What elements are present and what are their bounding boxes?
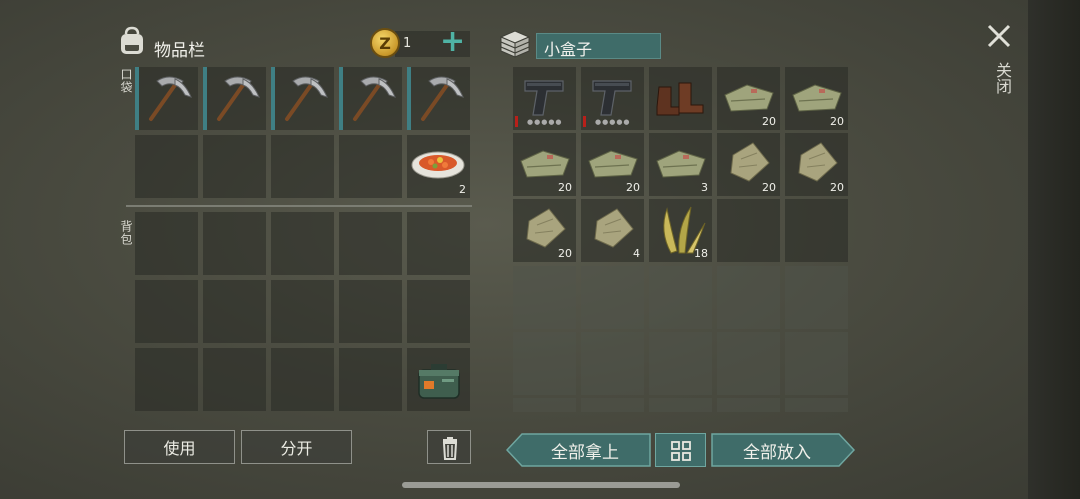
supply-case-icon	[418, 364, 460, 399]
item-quantity: 20	[762, 115, 776, 128]
side-shade	[1028, 0, 1080, 499]
container-slot[interactable]: 20	[717, 67, 780, 130]
container-slot[interactable]	[513, 266, 576, 329]
pocket-slot[interactable]	[339, 67, 402, 130]
container-slot[interactable]: 20	[785, 67, 848, 130]
pocket-slot[interactable]: 2	[407, 135, 470, 198]
pickaxe-icon	[285, 76, 328, 121]
close-label[interactable]: 关闭	[990, 62, 1014, 94]
backpack-label: 背包	[119, 220, 133, 246]
container-slot[interactable]: 4	[581, 199, 644, 262]
container-slot[interactable]	[785, 199, 848, 262]
item-quantity: 3	[701, 181, 708, 194]
container-slot[interactable]: 20	[785, 133, 848, 196]
trash-button[interactable]	[427, 430, 471, 464]
backpack-icon	[121, 26, 143, 54]
boots-icon	[656, 82, 704, 116]
container-slot[interactable]: ●●●●●	[581, 67, 644, 130]
item-quantity: 20	[558, 181, 572, 194]
container-slot[interactable]: 18	[649, 199, 712, 262]
ammo-dots: ●●●●●	[595, 118, 631, 126]
backpack-slot[interactable]	[271, 348, 334, 411]
take-all-button[interactable]: 全部拿上	[520, 433, 650, 467]
section-divider	[126, 205, 472, 207]
ammo-dots: ●●●●●	[527, 118, 563, 126]
item-quantity: 2	[459, 183, 466, 196]
item-quantity: 20	[558, 247, 572, 260]
item-quantity: 4	[633, 247, 640, 260]
put-all-button[interactable]: 全部放入	[712, 433, 842, 467]
add-coins-button[interactable]: +	[440, 27, 465, 57]
backpack-slot[interactable]	[339, 212, 402, 275]
item-quantity: 20	[830, 181, 844, 194]
container-slot[interactable]	[649, 398, 712, 412]
item-quantity: 20	[626, 181, 640, 194]
backpack-slot[interactable]	[135, 280, 198, 343]
container-slot[interactable]	[513, 332, 576, 395]
inventory-title: 物品栏	[154, 41, 205, 61]
container-slot[interactable]	[717, 398, 780, 412]
pocket-slot[interactable]	[407, 67, 470, 130]
coin-count: 1	[403, 36, 412, 51]
use-button[interactable]: 使用	[124, 430, 235, 464]
container-slot[interactable]	[649, 67, 712, 130]
coin-icon: Z	[370, 28, 400, 58]
container-slot[interactable]	[649, 332, 712, 395]
durability-bar	[583, 116, 586, 127]
container-slot[interactable]	[785, 266, 848, 329]
container-slot[interactable]: 20	[581, 133, 644, 196]
pocket-slot[interactable]	[135, 67, 198, 130]
container-slot[interactable]	[581, 332, 644, 395]
item-quantity: 18	[694, 247, 708, 260]
backpack-slot[interactable]	[203, 212, 266, 275]
close-icon[interactable]	[985, 22, 1013, 50]
box-icon	[499, 30, 531, 58]
backpack-slot[interactable]	[407, 280, 470, 343]
backpack-slot[interactable]	[339, 280, 402, 343]
container-slot[interactable]	[785, 332, 848, 395]
backpack-slot[interactable]	[407, 212, 470, 275]
container-slot[interactable]	[649, 266, 712, 329]
pickaxe-icon	[353, 76, 396, 121]
container-slot[interactable]: ●●●●●	[513, 67, 576, 130]
item-quantity: 20	[830, 115, 844, 128]
pocket-slot[interactable]	[271, 135, 334, 198]
container-slot[interactable]	[717, 266, 780, 329]
backpack-slot[interactable]	[135, 348, 198, 411]
container-slot[interactable]	[581, 266, 644, 329]
backpack-slot[interactable]	[271, 212, 334, 275]
home-indicator[interactable]	[402, 482, 680, 488]
container-slot[interactable]	[717, 199, 780, 262]
item-quantity: 20	[762, 181, 776, 194]
container-slot[interactable]	[717, 332, 780, 395]
container-title: 小盒子	[536, 33, 661, 59]
pickaxe-icon	[217, 76, 260, 121]
container-slot[interactable]	[513, 398, 576, 412]
container-slot[interactable]	[581, 398, 644, 412]
backpack-slot[interactable]	[203, 280, 266, 343]
pocket-slot[interactable]	[203, 67, 266, 130]
durability-bar	[515, 116, 518, 127]
container-slot[interactable]: 3	[649, 133, 712, 196]
pocket-slot[interactable]	[203, 135, 266, 198]
container-slot[interactable]: 20	[513, 133, 576, 196]
container-slot[interactable]	[785, 398, 848, 412]
backpack-slot[interactable]	[407, 348, 470, 411]
grid-icon	[671, 441, 691, 461]
pocket-label: 口袋	[119, 68, 133, 94]
backpack-slot[interactable]	[135, 212, 198, 275]
trash-icon	[442, 437, 458, 460]
sort-button[interactable]	[655, 433, 706, 467]
backpack-slot[interactable]	[271, 280, 334, 343]
backpack-slot[interactable]	[203, 348, 266, 411]
pocket-slot[interactable]	[271, 67, 334, 130]
pocket-slot[interactable]	[339, 135, 402, 198]
pocket-slot[interactable]	[135, 135, 198, 198]
container-slot[interactable]: 20	[717, 133, 780, 196]
container-slot[interactable]: 20	[513, 199, 576, 262]
split-button[interactable]: 分开	[241, 430, 352, 464]
pickaxe-icon	[149, 76, 192, 121]
backpack-slot[interactable]	[339, 348, 402, 411]
pickaxe-icon	[421, 76, 464, 121]
